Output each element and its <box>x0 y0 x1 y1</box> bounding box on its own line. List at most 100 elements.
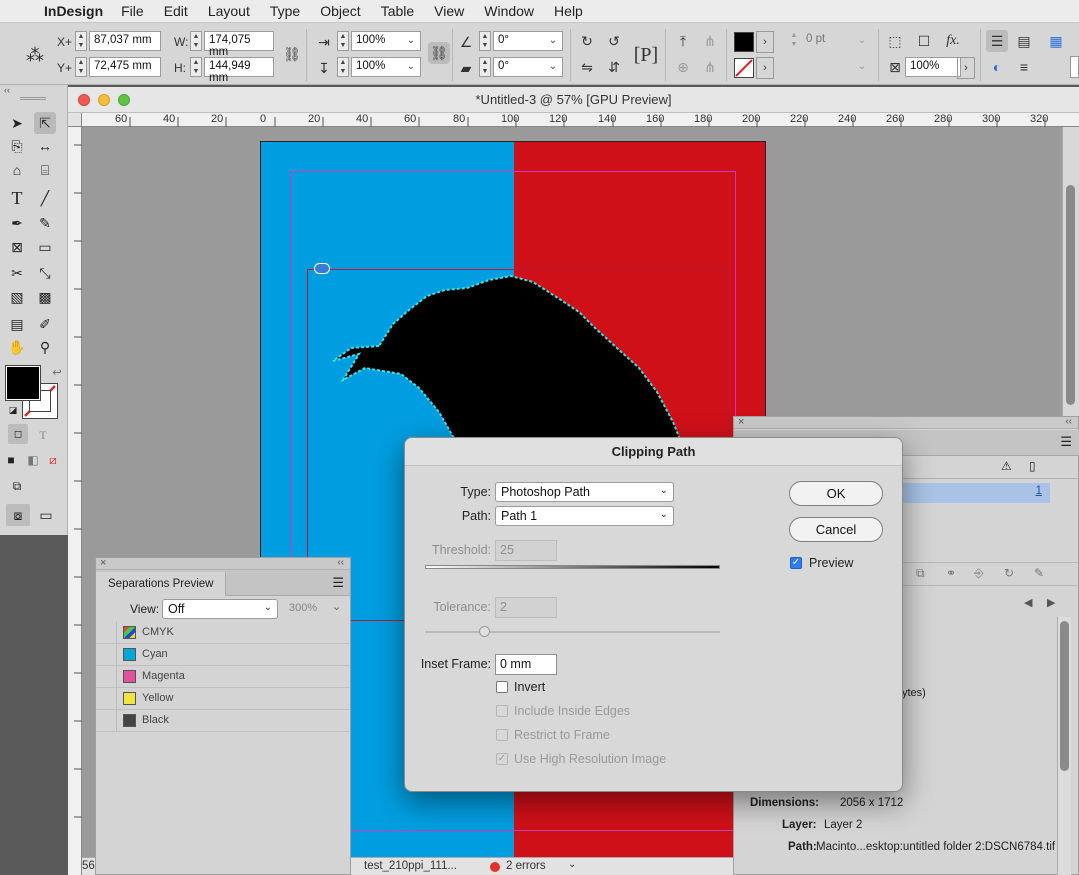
gradient-swatch-tool-icon[interactable]: ▧ <box>6 286 28 308</box>
stroke-weight-stepper[interactable]: ▲ ▼ <box>788 31 800 51</box>
shear-dropdown-icon[interactable]: ⌄ <box>545 57 561 77</box>
zoom-tool-icon[interactable]: ⚲ <box>34 336 56 358</box>
scale-y-stepper[interactable]: ▲ ▼ <box>337 57 349 77</box>
tab-separations-preview[interactable]: Separations Preview <box>96 572 227 596</box>
scrollbar-thumb[interactable] <box>1066 185 1075 405</box>
close-window-icon[interactable] <box>78 94 90 106</box>
text-wrap-none-icon[interactable]: ☰ <box>986 30 1008 52</box>
rectangle-tool-icon[interactable]: ▭ <box>34 236 56 258</box>
include-inside-edges-checkbox[interactable] <box>496 705 508 717</box>
preflight-errors[interactable]: 2 errors <box>506 860 546 872</box>
direct-selection-tool-icon[interactable]: ⇱ <box>34 112 56 134</box>
text-wrap-bbox-icon[interactable]: ▤ <box>1013 30 1035 52</box>
menu-table[interactable]: Table <box>381 3 414 19</box>
gap-tool-icon[interactable]: ↔ <box>34 135 56 157</box>
zoom-dropdown-icon[interactable]: ⌄ <box>332 600 341 613</box>
panel-close-icon[interactable]: × <box>100 557 106 569</box>
threshold-field[interactable]: 25 <box>495 540 557 561</box>
page-sort-icon[interactable]: ▯ <box>1029 459 1036 473</box>
next-link-icon[interactable]: ▶ <box>1047 596 1055 609</box>
edit-original-icon[interactable]: ✎ <box>1034 566 1044 580</box>
free-transform-tool-icon[interactable]: ⤡ <box>34 262 56 284</box>
menu-view[interactable]: View <box>434 3 464 19</box>
effects-fx-icon[interactable]: fx. <box>942 30 964 52</box>
rectangle-frame-tool-icon[interactable]: ⊠ <box>6 236 28 258</box>
type-tool-icon[interactable]: T <box>6 187 28 209</box>
content-placer-icon[interactable]: ⌸ <box>34 159 56 181</box>
eyedropper-tool-icon[interactable]: ✐ <box>34 313 56 335</box>
content-collector-icon[interactable]: ⌂ <box>6 159 28 181</box>
menu-window[interactable]: Window <box>484 3 534 19</box>
stroke-weight-dropdown-icon[interactable]: ⌄ <box>854 31 870 51</box>
preflight-dropdown-icon[interactable]: ⌄ <box>568 859 576 870</box>
apply-gradient-icon[interactable]: ◧ <box>22 449 44 471</box>
page-number[interactable]: 56 <box>82 860 95 872</box>
constrain-proportions-icon[interactable]: ⛓ <box>281 43 303 65</box>
view-select[interactable]: Off ⌄ <box>162 599 278 619</box>
tolerance-field[interactable]: 2 <box>495 597 557 618</box>
select-next-icon[interactable]: ⋔ <box>699 56 721 78</box>
ink-row-black[interactable]: Black <box>96 710 350 732</box>
h-stepper[interactable]: ▲ ▼ <box>190 57 202 77</box>
flip-horizontal-icon[interactable]: ⇋ <box>576 56 598 78</box>
swap-colors-icon[interactable]: ↩ <box>46 361 68 383</box>
stroke-type-dropdown-icon[interactable]: ⌄ <box>854 57 870 77</box>
links-scrollbar[interactable] <box>1057 617 1071 875</box>
angle-stepper[interactable]: ▲ ▼ <box>479 31 491 51</box>
links-scrollbar-thumb[interactable] <box>1060 621 1069 771</box>
zoom-level[interactable]: 300% <box>289 602 317 614</box>
restrict-to-frame-checkbox[interactable] <box>496 729 508 741</box>
preview-checkbox[interactable]: ✓ <box>790 557 802 569</box>
menu-layout[interactable]: Layout <box>208 3 250 19</box>
opacity-menu-icon[interactable]: › <box>957 57 975 79</box>
zoom-window-icon[interactable] <box>118 94 130 106</box>
format-text-icon[interactable]: T <box>32 424 54 446</box>
rotate-cw-icon[interactable]: ↻ <box>576 30 598 52</box>
status-filename[interactable]: test_210ppi_111... <box>364 860 457 872</box>
pencil-tool-icon[interactable]: ✎ <box>34 212 56 234</box>
y-stepper[interactable]: ▲ ▼ <box>75 57 87 77</box>
relink-cc-icon[interactable]: ⧉ <box>916 566 925 581</box>
selection-tool-icon[interactable]: ➤ <box>6 112 28 134</box>
tolerance-slider[interactable] <box>425 631 720 633</box>
select-content-icon[interactable]: ⋔ <box>699 30 721 52</box>
normal-view-icon[interactable]: ⧇ <box>6 504 30 526</box>
use-high-resolution-checkbox[interactable]: ✓ <box>496 753 508 765</box>
app-menu[interactable]: InDesign <box>44 3 103 19</box>
ink-row-cmyk[interactable]: CMYK <box>96 622 350 644</box>
panel-menu-icon[interactable]: ☰ <box>1060 434 1072 450</box>
shear-stepper[interactable]: ▲ ▼ <box>479 57 491 77</box>
x-field[interactable]: 87,037 mm <box>89 31 161 51</box>
type-select[interactable]: Photoshop Path ⌄ <box>495 482 674 502</box>
rotate-ccw-icon[interactable]: ↺ <box>603 30 625 52</box>
note-tool-icon[interactable]: ▤ <box>6 313 28 335</box>
scale-x-dropdown-icon[interactable]: ⌄ <box>403 31 419 51</box>
minimize-window-icon[interactable] <box>98 94 110 106</box>
menu-object[interactable]: Object <box>320 3 360 19</box>
text-wrap-shape-icon[interactable]: ◐ <box>986 56 1008 78</box>
path-select[interactable]: Path 1 ⌄ <box>495 506 674 526</box>
preview-view-icon[interactable]: ▭ <box>35 504 57 526</box>
w-field[interactable]: 174,075 mm <box>204 31 274 58</box>
drop-shadow-icon[interactable]: ☐ <box>913 30 935 52</box>
panel-menu-icon[interactable]: ☰ <box>332 575 344 591</box>
menu-file[interactable]: File <box>121 3 144 19</box>
text-wrap-jump-icon[interactable]: ≡ <box>1013 56 1035 78</box>
ink-row-magenta[interactable]: Magenta <box>96 666 350 688</box>
stroke-menu-icon[interactable]: › <box>756 57 774 79</box>
select-container-icon[interactable]: ⤒ <box>672 30 694 52</box>
stroke-swatch[interactable] <box>734 58 754 78</box>
toolbar-collapse-icon[interactable]: ‹‹ <box>0 85 68 95</box>
menu-type[interactable]: Type <box>270 3 300 19</box>
fill-swatch[interactable] <box>734 32 754 52</box>
select-previous-icon[interactable]: ⊕ <box>672 56 694 78</box>
gradient-feather-tool-icon[interactable]: ▩ <box>34 286 56 308</box>
default-colors-icon[interactable]: ◪ <box>2 399 24 421</box>
pen-tool-icon[interactable]: ✒ <box>6 212 28 234</box>
selected-link-row[interactable]: 1 <box>884 483 1050 503</box>
fill-menu-icon[interactable]: › <box>756 31 774 53</box>
scale-x-stepper[interactable]: ▲ ▼ <box>337 31 349 51</box>
x-stepper[interactable]: ▲ ▼ <box>75 31 87 51</box>
goto-link-icon[interactable]: ⎆ <box>974 566 984 581</box>
apply-color-icon[interactable]: ■ <box>0 449 22 471</box>
